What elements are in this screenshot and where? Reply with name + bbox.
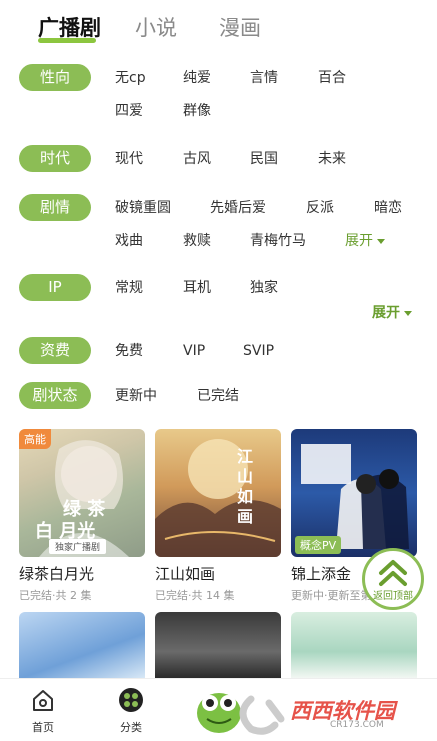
filter-option[interactable]: 救赎	[183, 231, 211, 251]
drama-card[interactable]: 高能 绿 茶 白 月光 独家广播剧 绿茶白月光 已完结·共 2 集	[19, 429, 145, 602]
filter-option[interactable]: 已完结	[197, 386, 239, 406]
tab-manhua[interactable]: 漫画	[219, 12, 261, 42]
expand-label: 展开	[372, 305, 400, 321]
expand-ip-button[interactable]: 展开	[372, 303, 412, 323]
filter-option[interactable]: 群像	[183, 101, 211, 121]
badge-concept-pv: 概念PV	[295, 536, 342, 554]
cover-image: 江山如画	[155, 429, 281, 557]
filter-option[interactable]: VIP	[183, 341, 205, 361]
cover-art	[155, 439, 281, 557]
double-chevron-up-icon	[379, 560, 407, 586]
filter-option[interactable]: 现代	[115, 149, 143, 169]
drama-card-cover[interactable]	[155, 612, 281, 678]
tab-xiaoshuo[interactable]: 小说	[135, 12, 177, 42]
active-tab-indicator	[38, 38, 96, 43]
card-title: 江山如画	[155, 565, 216, 583]
filter-option[interactable]: 百合	[318, 68, 346, 88]
card-meta: 已完结·共 14 集	[155, 589, 235, 602]
cover-title-vertical: 江山如画	[237, 447, 254, 526]
filter-option[interactable]: 独家	[250, 278, 278, 298]
filter-option[interactable]: 反派	[306, 198, 334, 218]
filter-option[interactable]: 古风	[183, 149, 211, 169]
cover-image: 概念PV	[291, 429, 417, 557]
filter-option[interactable]: 常规	[115, 278, 143, 298]
filter-option[interactable]: 更新中	[115, 386, 157, 406]
back-to-top-button[interactable]: 返回顶部	[362, 548, 424, 610]
watermark-logo: 西西软件园 CR173.COM	[195, 685, 437, 741]
filter-label-juqing: 剧情	[19, 194, 91, 221]
expand-label: 展开	[345, 233, 373, 249]
card-meta: 已完结·共 2 集	[19, 589, 92, 602]
filter-option[interactable]: 免费	[115, 341, 143, 361]
drama-card[interactable]: 江山如画 江山如画 已完结·共 14 集	[155, 429, 281, 602]
top-tabs: 广播剧 小说 漫画	[0, 0, 437, 56]
filter-label-zifei: 资费	[19, 337, 91, 364]
filter-option[interactable]: 戏曲	[115, 231, 143, 251]
filter-option[interactable]: SVIP	[243, 341, 274, 361]
caret-down-icon	[404, 310, 412, 316]
filter-option[interactable]: 纯爱	[183, 68, 211, 88]
card-title: 绿茶白月光	[19, 565, 95, 583]
badge-gaoneng: 高能	[19, 429, 51, 449]
filter-option[interactable]: 先婚后爱	[210, 198, 266, 218]
filter-label-juzhuangtai: 剧状态	[19, 382, 91, 409]
filter-option[interactable]: 破镜重圆	[115, 198, 171, 218]
filter-option[interactable]: 民国	[250, 149, 278, 169]
filter-label-shidai: 时代	[19, 145, 91, 172]
drama-card-cover[interactable]	[19, 612, 145, 678]
filter-option[interactable]: 四爱	[115, 101, 143, 121]
filter-option[interactable]: 青梅竹马	[250, 231, 306, 251]
nav-home[interactable]: 首页	[13, 687, 73, 735]
back-to-top-label: 返回顶部	[373, 591, 413, 602]
nav-category[interactable]: 分类	[101, 687, 161, 735]
home-icon	[33, 690, 53, 711]
card-title: 锦上添金	[291, 565, 352, 583]
filter-label-ip: IP	[19, 274, 91, 301]
expand-juqing-button[interactable]: 展开	[345, 231, 385, 251]
cover-sublabel: 独家广播剧	[49, 539, 107, 554]
filter-option[interactable]: 暗恋	[374, 198, 402, 218]
watermark-subtext: CR173.COM	[330, 720, 384, 730]
category-icon	[119, 688, 143, 712]
nav-home-label: 首页	[32, 721, 54, 734]
filter-label-xingxiang: 性向	[19, 64, 91, 91]
cover-image: 高能 绿 茶 白 月光 独家广播剧	[19, 429, 145, 557]
filter-option[interactable]: 耳机	[183, 278, 211, 298]
filter-option[interactable]: 言情	[250, 68, 278, 88]
frog-logo-icon	[197, 693, 285, 735]
drama-card-cover[interactable]	[291, 612, 417, 678]
filter-option[interactable]: 未来	[318, 149, 346, 169]
filter-option[interactable]: 无cp	[115, 68, 146, 88]
nav-category-label: 分类	[120, 721, 142, 734]
caret-down-icon	[377, 238, 385, 244]
